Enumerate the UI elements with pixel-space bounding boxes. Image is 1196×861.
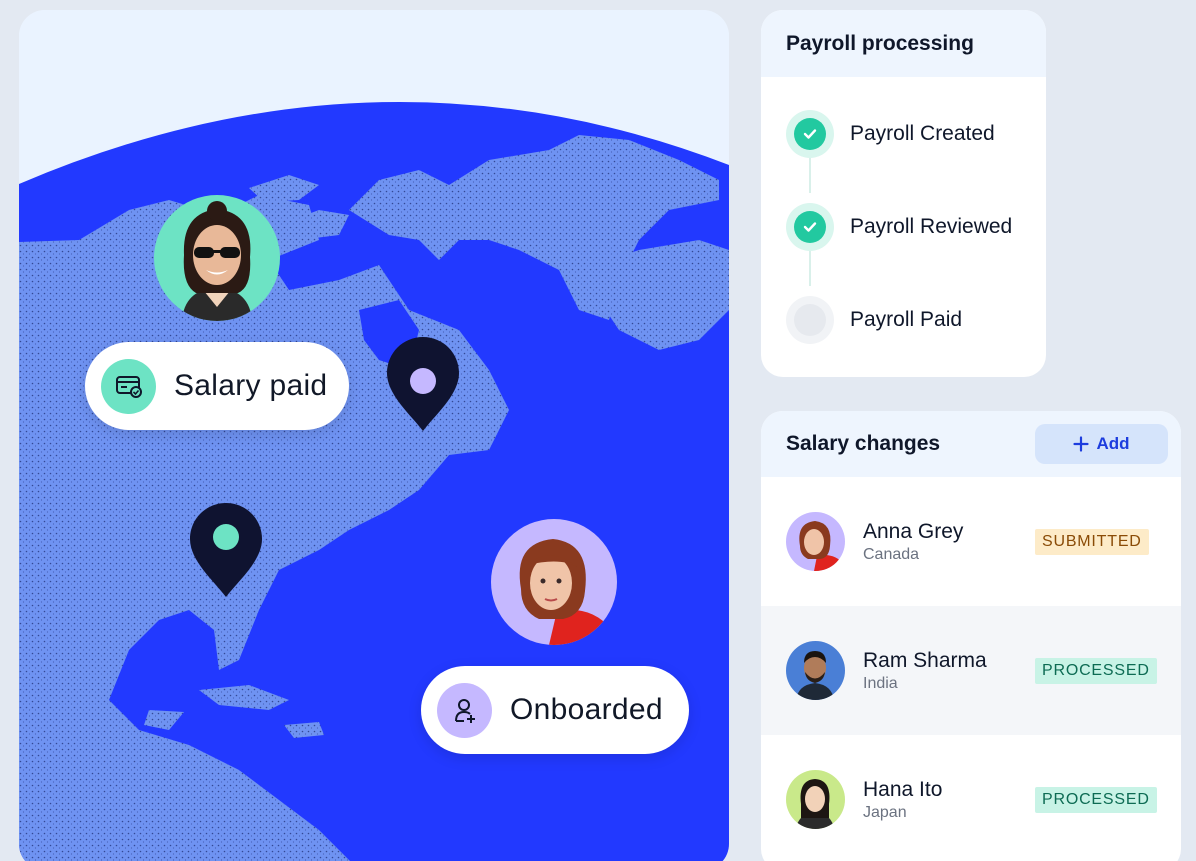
- step-label: Payroll Reviewed: [850, 215, 1013, 238]
- payroll-card-title: Payroll processing: [786, 31, 974, 55]
- avatar: [786, 641, 845, 700]
- map-card: Salary paid Onboarded: [19, 10, 729, 861]
- step-label: Payroll Created: [850, 122, 995, 145]
- status-badge: PROCESSED: [1035, 786, 1157, 813]
- salary-card-header: Salary changes Add: [761, 411, 1181, 477]
- payroll-processing-card: Payroll processing Payroll Created Payro…: [761, 10, 1046, 377]
- salary-row[interactable]: Hana Ito Japan PROCESSED: [761, 735, 1181, 861]
- plus-icon: [1073, 436, 1090, 452]
- payroll-card-header: Payroll processing: [761, 10, 1046, 77]
- step-payroll-reviewed: Payroll Reviewed: [786, 203, 1012, 251]
- onboarded-pill: Onboarded: [421, 666, 689, 754]
- employee-country: Japan: [863, 803, 907, 821]
- status-badge: PROCESSED: [1035, 657, 1157, 684]
- employee-name: Ram Sharma: [863, 648, 987, 672]
- avatar-onboarded-employee: [491, 519, 617, 645]
- add-salary-change-button[interactable]: Add: [1035, 424, 1168, 464]
- salary-changes-card: Salary changes Add Anna Grey Canada SUBM…: [761, 411, 1181, 861]
- employee-country: India: [863, 674, 898, 692]
- employee-name: Anna Grey: [863, 519, 964, 543]
- check-icon: [786, 110, 834, 158]
- map-pin-lavender[interactable]: [385, 335, 461, 438]
- avatar: [786, 770, 845, 829]
- step-payroll-paid: Payroll Paid: [786, 296, 962, 344]
- avatar: [786, 512, 845, 571]
- employee-name: Hana Ito: [863, 777, 943, 801]
- pending-circle-icon: [786, 296, 834, 344]
- salary-paid-pill: Salary paid: [85, 342, 349, 430]
- salary-row[interactable]: Anna Grey Canada SUBMITTED: [761, 477, 1181, 606]
- salary-paid-label: Salary paid: [174, 369, 328, 402]
- row-text: Ram Sharma India: [863, 649, 1035, 693]
- add-user-icon: [437, 682, 492, 738]
- avatar-salary-employee: [154, 195, 280, 321]
- payment-card-icon: [101, 358, 156, 414]
- row-text: Anna Grey Canada: [863, 520, 1035, 564]
- status-badge: SUBMITTED: [1035, 528, 1149, 555]
- step-label: Payroll Paid: [850, 308, 963, 331]
- add-button-label: Add: [1096, 434, 1130, 453]
- check-icon: [786, 203, 834, 251]
- onboarded-label: Onboarded: [510, 693, 663, 726]
- salary-card-title: Salary changes: [786, 432, 941, 455]
- step-payroll-created: Payroll Created: [786, 110, 995, 158]
- employee-country: Canada: [863, 545, 920, 563]
- row-text: Hana Ito Japan: [863, 778, 1035, 822]
- salary-row[interactable]: Ram Sharma India PROCESSED: [761, 606, 1181, 735]
- map-pin-green[interactable]: [188, 501, 264, 604]
